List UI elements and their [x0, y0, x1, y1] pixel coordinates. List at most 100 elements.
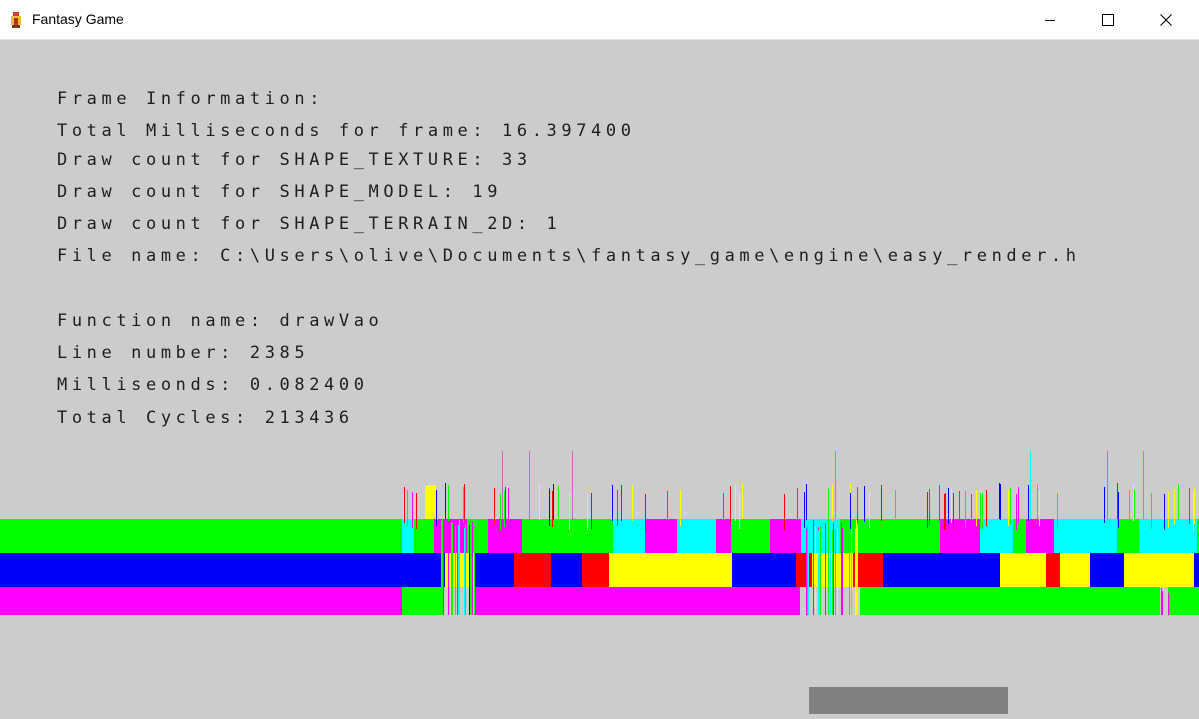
profiler-spike	[448, 526, 449, 615]
profiler-spike	[999, 483, 1000, 519]
profiler-spike	[612, 485, 613, 521]
profiler-segment	[908, 553, 924, 587]
file-name-line: File name: C:\Users\olive\Documents\fant…	[57, 246, 1081, 266]
total-ms-line: Total Milliseconds for frame: 16.397400	[57, 121, 636, 141]
profiler-spike	[842, 528, 843, 615]
profiler-spike	[445, 483, 446, 519]
game-viewport[interactable]: Frame Information: Total Milliseconds fo…	[0, 40, 1199, 719]
profiler-segment	[1060, 553, 1090, 587]
profiler-spike	[828, 488, 829, 524]
profiler-segment	[962, 553, 1000, 587]
profiler-spike	[494, 488, 495, 524]
profiler-segment	[475, 553, 514, 587]
profiler-spike	[442, 519, 443, 615]
profiler-spike	[1178, 484, 1179, 520]
profiler-spike	[739, 493, 740, 529]
profiler-marker	[572, 451, 573, 519]
profiler-segment	[1034, 553, 1046, 587]
profiler-spike	[416, 493, 417, 529]
profiler-segment	[645, 519, 677, 553]
profiler-graph[interactable]	[0, 449, 1199, 615]
profiler-row-green-block	[1168, 585, 1199, 615]
minimize-icon	[1045, 20, 1055, 21]
profiler-spike	[986, 490, 987, 526]
profiler-spike	[1057, 493, 1058, 529]
milliseconds-line: Milliseonds: 0.082400	[57, 375, 369, 395]
draw-count-model-line: Draw count for SHAPE_MODEL: 19	[57, 182, 503, 202]
window-title: Fantasy Game	[32, 11, 124, 27]
profiler-spike	[837, 528, 838, 615]
profiler-segment	[711, 553, 732, 587]
maximize-button[interactable]	[1079, 0, 1137, 40]
profiler-spike	[436, 490, 437, 526]
profiler-spike	[825, 523, 826, 615]
profiler-segment	[514, 553, 551, 587]
profiler-spike	[820, 526, 821, 615]
profiler-marker	[1143, 451, 1144, 519]
profiler-spike	[944, 494, 945, 530]
profiler-spike	[1162, 591, 1163, 615]
profiler-spike	[976, 490, 977, 526]
profiler-spike	[806, 529, 807, 615]
minimize-button[interactable]	[1021, 0, 1079, 40]
profiler-spike	[808, 520, 809, 615]
profiler-spike	[927, 492, 928, 528]
profiler-spike	[830, 523, 831, 615]
profiler-spike	[828, 521, 829, 615]
title-bar[interactable]: Fantasy Game	[0, 0, 1199, 40]
draw-count-texture-line: Draw count for SHAPE_TEXTURE: 33	[57, 150, 532, 170]
profiler-segment	[1117, 519, 1139, 553]
profiler-marker	[529, 451, 530, 519]
profiler-spike	[939, 485, 940, 521]
profiler-spike	[1168, 593, 1169, 615]
profiler-spike	[463, 487, 464, 523]
profiler-segment	[863, 519, 900, 553]
close-icon	[1160, 14, 1172, 26]
profiler-segment	[796, 553, 812, 587]
profiler-spike	[591, 493, 592, 529]
profiler-spike	[470, 521, 471, 615]
profiler-spike	[1018, 487, 1019, 523]
profiler-spike	[404, 487, 405, 523]
profiler-spike	[735, 485, 736, 521]
profiler-segment	[1000, 553, 1034, 587]
profiler-spike	[1133, 485, 1134, 521]
profiler-spike	[1129, 490, 1130, 526]
profiler-row-blue-block	[0, 553, 402, 587]
profiler-spike	[1193, 494, 1194, 530]
profiler-spike	[857, 525, 858, 615]
profiler-spike	[587, 494, 588, 530]
profiler-spike	[458, 525, 459, 615]
profiler-segment	[582, 553, 609, 587]
profiler-spike	[895, 490, 896, 526]
profiler-spike	[464, 528, 465, 615]
profiler-spike	[723, 493, 724, 529]
frame-info-heading: Frame Information:	[57, 89, 325, 109]
profiler-spike	[1174, 489, 1175, 525]
profiler-segment	[1046, 553, 1060, 587]
profiler-spike	[959, 491, 960, 527]
profiler-spike	[465, 524, 466, 615]
close-button[interactable]	[1137, 0, 1195, 40]
profiler-spike	[471, 519, 472, 615]
profiler-segment	[924, 553, 962, 587]
profiler-spike	[680, 490, 681, 526]
profiler-spike	[412, 492, 413, 528]
profiler-spike	[864, 486, 865, 522]
profiler-segment	[1194, 553, 1199, 587]
profiler-spike	[965, 491, 966, 527]
profiler-spike	[945, 493, 946, 529]
profiler-segment	[767, 553, 782, 587]
profiler-spike	[980, 493, 981, 529]
profiler-spike	[553, 484, 554, 520]
draw-count-terrain-line: Draw count for SHAPE_TERRAIN_2D: 1	[57, 214, 562, 234]
profiler-spike	[971, 494, 972, 530]
profiler-spike	[455, 526, 456, 615]
profiler-spike	[569, 494, 570, 530]
profiler-segment	[1124, 553, 1156, 587]
profiler-spike	[807, 526, 808, 615]
profiler-spike	[558, 486, 559, 522]
profiler-spike	[857, 487, 858, 523]
profiler-spike	[1104, 487, 1105, 523]
profiler-segment	[900, 519, 916, 553]
